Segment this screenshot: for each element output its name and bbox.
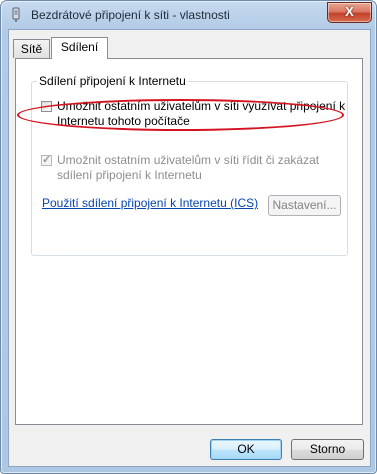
- title-bar[interactable]: Bezdrátové připojení k síti - vlastnosti…: [1, 1, 376, 29]
- tab-networking[interactable]: Sítě: [13, 39, 50, 58]
- sharing-tab-panel: Sdílení připojení k Internetu Umožnit os…: [15, 58, 363, 425]
- ics-group-title: Sdílení připojení k Internetu: [37, 74, 188, 88]
- ics-help-link[interactable]: Použití sdílení připojení k Internetu (I…: [42, 196, 258, 210]
- dialog-client-area: Sítě Sdílení Sdílení připojení k Interne…: [8, 29, 371, 467]
- close-button[interactable]: X: [327, 2, 372, 23]
- wireless-adapter-icon: [12, 7, 20, 22]
- close-icon: X: [345, 4, 354, 19]
- ok-button[interactable]: OK: [210, 439, 282, 460]
- properties-window: Bezdrátové připojení k síti - vlastnosti…: [0, 0, 377, 474]
- allow-connect-label[interactable]: Umožnit ostatním uživatelům v síti využí…: [57, 99, 347, 129]
- allow-control-checkbox[interactable]: ✓: [41, 155, 52, 166]
- checkmark-icon: ✓: [42, 154, 52, 166]
- allow-control-label[interactable]: Umožnit ostatním uživatelům v síti řídit…: [57, 153, 347, 183]
- settings-button[interactable]: Nastavení...: [268, 195, 341, 216]
- window-title: Bezdrátové připojení k síti - vlastnosti: [31, 8, 230, 22]
- tab-sharing[interactable]: Sdílení: [51, 37, 108, 59]
- allow-connect-checkbox[interactable]: [41, 101, 52, 112]
- cancel-button[interactable]: Storno: [291, 439, 364, 460]
